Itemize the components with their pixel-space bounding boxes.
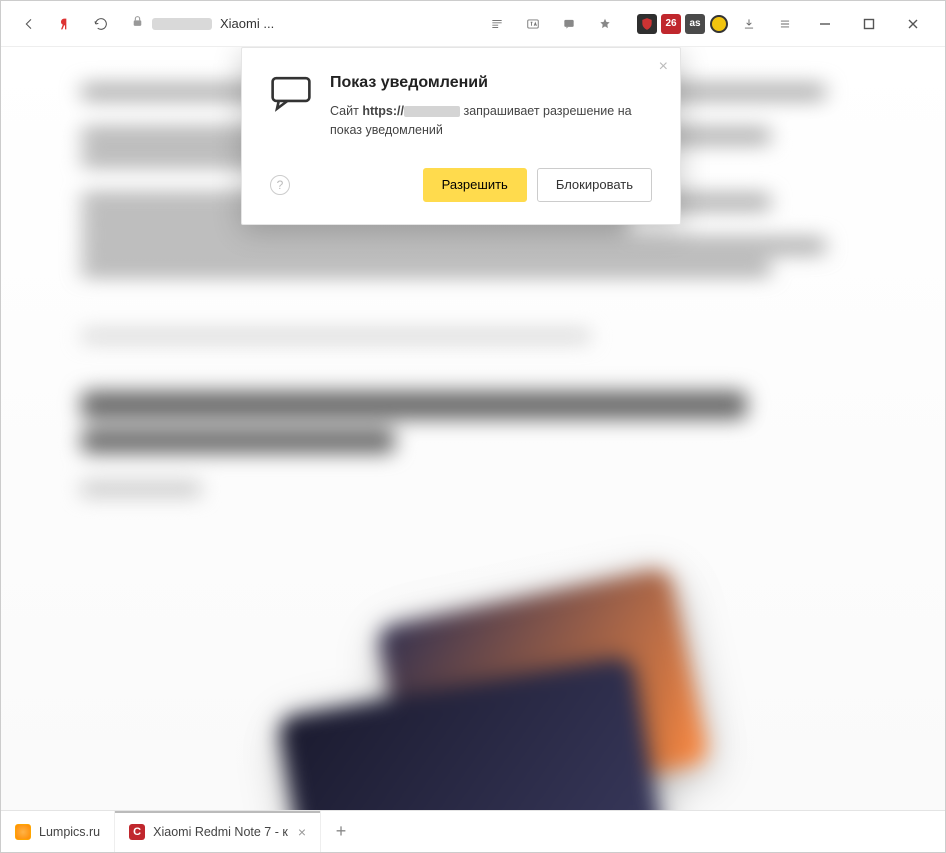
back-button[interactable] [13,8,45,40]
browser-toolbar: Xiaomi ... 26 as [1,1,945,47]
popover-body-protocol: https:// [362,104,404,118]
window-maximize-button[interactable] [849,9,889,39]
reader-mode-icon[interactable] [481,8,513,40]
reload-button[interactable] [85,8,117,40]
comment-icon[interactable] [553,8,585,40]
block-button[interactable]: Блокировать [537,168,652,202]
tab-close-button[interactable]: × [298,824,306,840]
translate-icon[interactable] [517,8,549,40]
extension-lastfm-badge[interactable]: as [685,14,705,34]
menu-button[interactable] [769,8,801,40]
window-close-button[interactable] [893,9,933,39]
extension-shield-icon[interactable] [637,14,657,34]
page-title: Xiaomi ... [220,16,274,31]
popover-title: Показ уведомлений [330,74,652,92]
page-viewport: × Показ уведомлений Сайт https:// запраш… [1,47,945,810]
tab-lumpics[interactable]: Lumpics.ru [1,811,115,852]
downloads-button[interactable] [733,8,765,40]
yandex-home-button[interactable] [49,8,81,40]
allow-button[interactable]: Разрешить [423,168,527,202]
new-tab-button[interactable]: + [321,811,361,852]
speech-bubble-icon [270,74,312,117]
favicon-icon: C [129,824,145,840]
address-domain-smudge [152,18,212,30]
popover-site-smudge [404,106,460,117]
tab-label: Lumpics.ru [39,825,100,839]
notification-permission-popover: × Показ уведомлений Сайт https:// запраш… [241,47,681,225]
popover-body-prefix: Сайт [330,104,359,118]
tab-label: Xiaomi Redmi Note 7 - к [153,825,288,839]
tab-strip: Lumpics.ru C Xiaomi Redmi Note 7 - к × + [1,810,945,852]
extension-circle-icon[interactable] [709,14,729,34]
lock-icon [131,15,144,33]
popover-close-button[interactable]: × [659,58,668,76]
address-bar[interactable]: Xiaomi ... [121,9,477,39]
favicon-icon [15,824,31,840]
bookmark-star-icon[interactable] [589,8,621,40]
extension-calendar-badge[interactable]: 26 [661,14,681,34]
help-icon[interactable]: ? [270,175,290,195]
tab-xiaomi[interactable]: C Xiaomi Redmi Note 7 - к × [115,811,321,852]
window-minimize-button[interactable] [805,9,845,39]
popover-body: Сайт https:// запрашивает разрешение на … [330,102,652,140]
